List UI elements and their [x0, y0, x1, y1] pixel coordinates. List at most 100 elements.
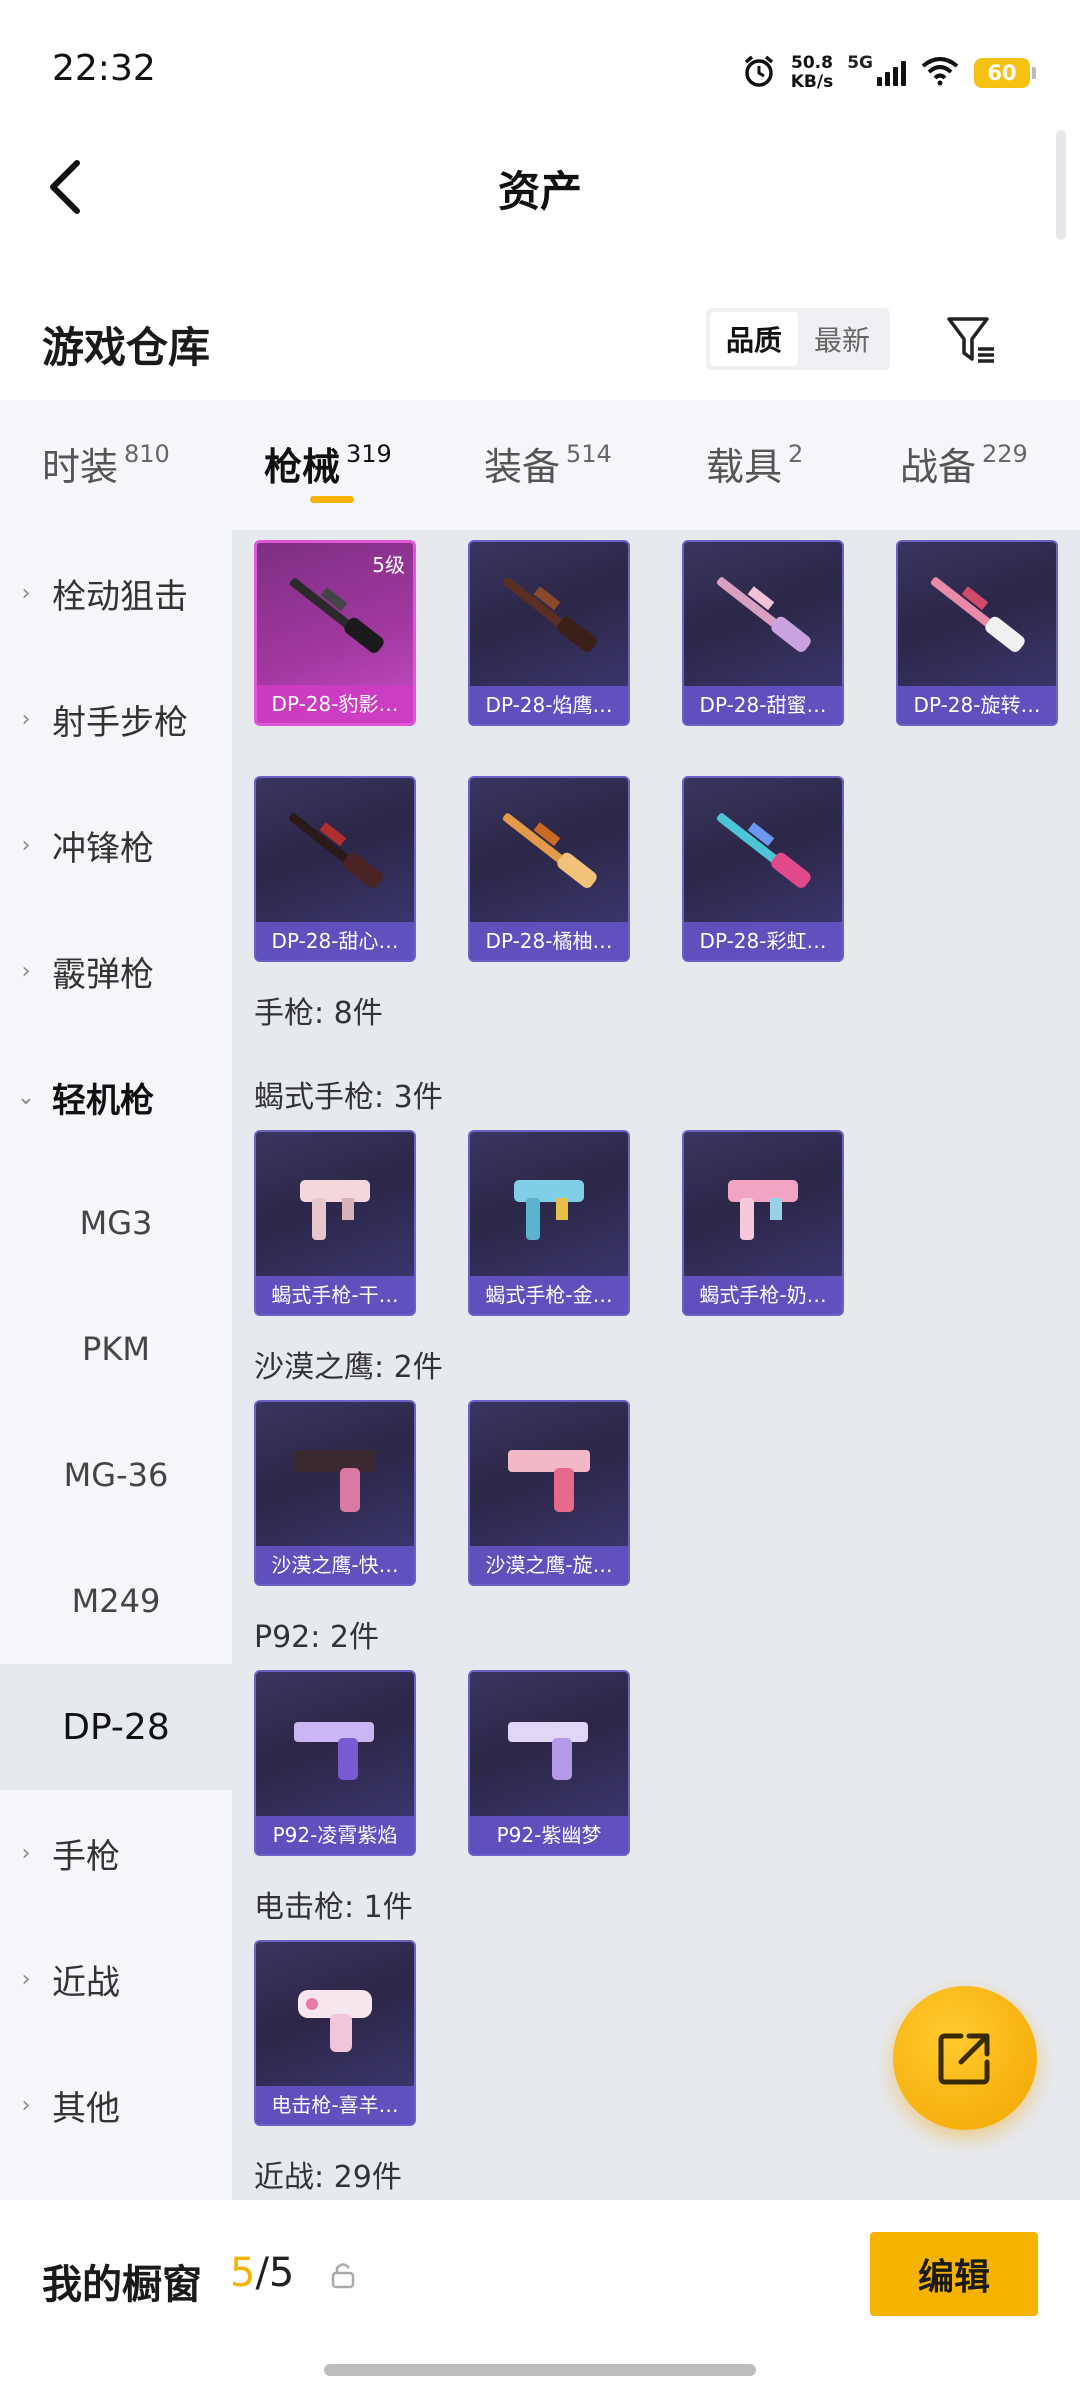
- rifle-icon: [898, 542, 1056, 687]
- battery-icon: 60: [974, 58, 1036, 88]
- filter-button[interactable]: [940, 308, 1004, 372]
- status-icons: 50.8 KB/s 5G 60: [741, 50, 1036, 96]
- item-card[interactable]: P92-紫幽梦: [468, 1670, 630, 1856]
- tab-vehicles[interactable]: 载具 2: [706, 436, 803, 491]
- pistol-icon: [470, 1402, 628, 1547]
- category-tabs: 时装 810 枪械 319 装备 514 载具 2 战备 229: [0, 400, 1080, 530]
- item-card[interactable]: DP-28-甜心…: [254, 776, 416, 962]
- item-grid: 5级 DP-28-豹影… DP-28-焰鹰… DP-28-甜蜜… DP-28-旋…: [232, 530, 1080, 2200]
- tab-outfits[interactable]: 时装 810: [42, 436, 170, 491]
- item-name: P92-凌霄紫焰: [256, 1816, 414, 1854]
- home-indicator[interactable]: [324, 2364, 756, 2376]
- alarm-icon: [741, 53, 777, 93]
- item-card[interactable]: 5级 DP-28-豹影…: [254, 540, 416, 726]
- status-bar: 22:32 50.8 KB/s 5G 60: [0, 0, 1080, 130]
- tab-equipment[interactable]: 装备 514: [484, 436, 612, 491]
- item-card[interactable]: P92-凌霄紫焰: [254, 1670, 416, 1856]
- active-tab-indicator: [310, 496, 354, 503]
- item-name: 蝎式手枪-干…: [256, 1276, 414, 1314]
- item-name: DP-28-豹影…: [257, 685, 413, 723]
- group-label: 电击枪: 1件: [254, 1890, 413, 1925]
- group-label: 近战: 29件: [254, 2160, 402, 2195]
- weapon-category-sidebar: › 栓动狙击 › 射手步枪 › 冲锋枪 › 霰弹枪 ⌄ 轻机枪 MG3 PKM MG-36…: [0, 530, 232, 2200]
- wifi-icon: [920, 56, 960, 90]
- rifle-icon: [470, 778, 628, 923]
- sidebar-item-lmg[interactable]: ⌄ 轻机枪: [0, 1034, 232, 1160]
- item-card[interactable]: 蝎式手枪-奶…: [682, 1130, 844, 1316]
- item-name: DP-28-焰鹰…: [470, 686, 628, 724]
- sidebar-subitem-dp28[interactable]: DP-28: [0, 1664, 232, 1790]
- item-card[interactable]: 电击枪-喜羊…: [254, 1940, 416, 2126]
- group-label: 沙漠之鹰: 2件: [254, 1350, 443, 1385]
- rifle-icon: [256, 778, 414, 923]
- rifle-icon: [684, 542, 842, 687]
- filter-icon: [947, 317, 994, 363]
- network-speed: 50.8 KB/s: [790, 53, 834, 92]
- pistol-icon: [256, 1672, 414, 1817]
- status-time: 22:32: [52, 48, 156, 89]
- pistol-icon: [470, 1672, 628, 1817]
- edit-button[interactable]: 编辑: [870, 2232, 1038, 2316]
- group-label: 蝎式手枪: 3件: [254, 1080, 443, 1115]
- item-card[interactable]: DP-28-焰鹰…: [468, 540, 630, 726]
- chevron-right-icon: ›: [21, 1966, 31, 1992]
- sidebar-item-bolt-sniper[interactable]: › 栓动狙击: [0, 530, 232, 656]
- item-name: DP-28-甜心…: [256, 922, 414, 960]
- warehouse-section-header: 游戏仓库 品质 最新: [0, 290, 1080, 390]
- sort-toggle: 品质 最新: [706, 308, 891, 370]
- item-card[interactable]: 沙漠之鹰-旋…: [468, 1400, 630, 1586]
- sidebar-subitem-pkm[interactable]: PKM: [0, 1286, 232, 1412]
- chevron-right-icon: ›: [21, 580, 31, 606]
- level-badge: 5级: [372, 553, 405, 577]
- smg-pistol-icon: [470, 1132, 628, 1277]
- sidebar-subitem-mg36[interactable]: MG-36: [0, 1412, 232, 1538]
- item-card[interactable]: DP-28-橘柚…: [468, 776, 630, 962]
- chevron-right-icon: ›: [21, 706, 31, 732]
- item-card[interactable]: DP-28-甜蜜…: [682, 540, 844, 726]
- item-card[interactable]: 蝎式手枪-金…: [468, 1130, 630, 1316]
- taser-icon: [256, 1942, 414, 2087]
- rifle-icon: [470, 542, 628, 687]
- item-name: 蝎式手枪-奶…: [684, 1276, 842, 1314]
- sidebar-subitem-m249[interactable]: M249: [0, 1538, 232, 1664]
- tab-supplies[interactable]: 战备 229: [900, 436, 1028, 491]
- tab-firearms[interactable]: 枪械 319: [264, 436, 392, 491]
- share-button[interactable]: [893, 1986, 1037, 2130]
- network-type: 5G: [847, 53, 873, 73]
- scrollbar[interactable]: [1056, 130, 1066, 240]
- page-title: 资产: [497, 167, 582, 216]
- smg-pistol-icon: [684, 1132, 842, 1277]
- share-external-icon: [938, 2033, 990, 2085]
- item-name: 蝎式手枪-金…: [470, 1276, 628, 1314]
- sidebar-item-smg[interactable]: › 冲锋枪: [0, 782, 232, 908]
- item-card[interactable]: 沙漠之鹰-快…: [254, 1400, 416, 1586]
- showcase-count: 5/5: [230, 2250, 295, 2296]
- sidebar-item-shotgun[interactable]: › 霰弹枪: [0, 908, 232, 1034]
- sidebar-subitem-mg3[interactable]: MG3: [0, 1160, 232, 1286]
- chevron-right-icon: ›: [21, 1840, 31, 1866]
- sidebar-item-pistol[interactable]: › 手枪: [0, 1790, 232, 1916]
- chevron-down-icon: ⌄: [16, 1084, 36, 1110]
- item-name: DP-28-旋转…: [898, 686, 1056, 724]
- item-card[interactable]: 蝎式手枪-干…: [254, 1130, 416, 1316]
- group-label: P92: 2件: [254, 1620, 379, 1655]
- item-name: DP-28-彩虹…: [684, 922, 842, 960]
- sort-quality-option[interactable]: 品质: [710, 312, 799, 366]
- sidebar-item-melee[interactable]: › 近战: [0, 1916, 232, 2042]
- pistol-icon: [256, 1402, 414, 1547]
- chevron-right-icon: ›: [21, 2092, 31, 2118]
- sidebar-item-other[interactable]: › 其他: [0, 2042, 232, 2168]
- item-name: 沙漠之鹰-旋…: [470, 1546, 628, 1584]
- sidebar-item-marksman-rifle[interactable]: › 射手步枪: [0, 656, 232, 782]
- smg-pistol-icon: [256, 1132, 414, 1277]
- item-card[interactable]: DP-28-彩虹…: [682, 776, 844, 962]
- chevron-right-icon: ›: [21, 832, 31, 858]
- showcase-label: 我的橱窗: [42, 2262, 202, 2308]
- item-card[interactable]: DP-28-旋转…: [896, 540, 1058, 726]
- lock-icon: [330, 2260, 356, 2294]
- signal-icon: [877, 60, 906, 86]
- item-name: DP-28-甜蜜…: [684, 686, 842, 724]
- item-name: DP-28-橘柚…: [470, 922, 628, 960]
- app-header: 资产: [0, 130, 1080, 250]
- sort-newest-option[interactable]: 最新: [798, 312, 886, 366]
